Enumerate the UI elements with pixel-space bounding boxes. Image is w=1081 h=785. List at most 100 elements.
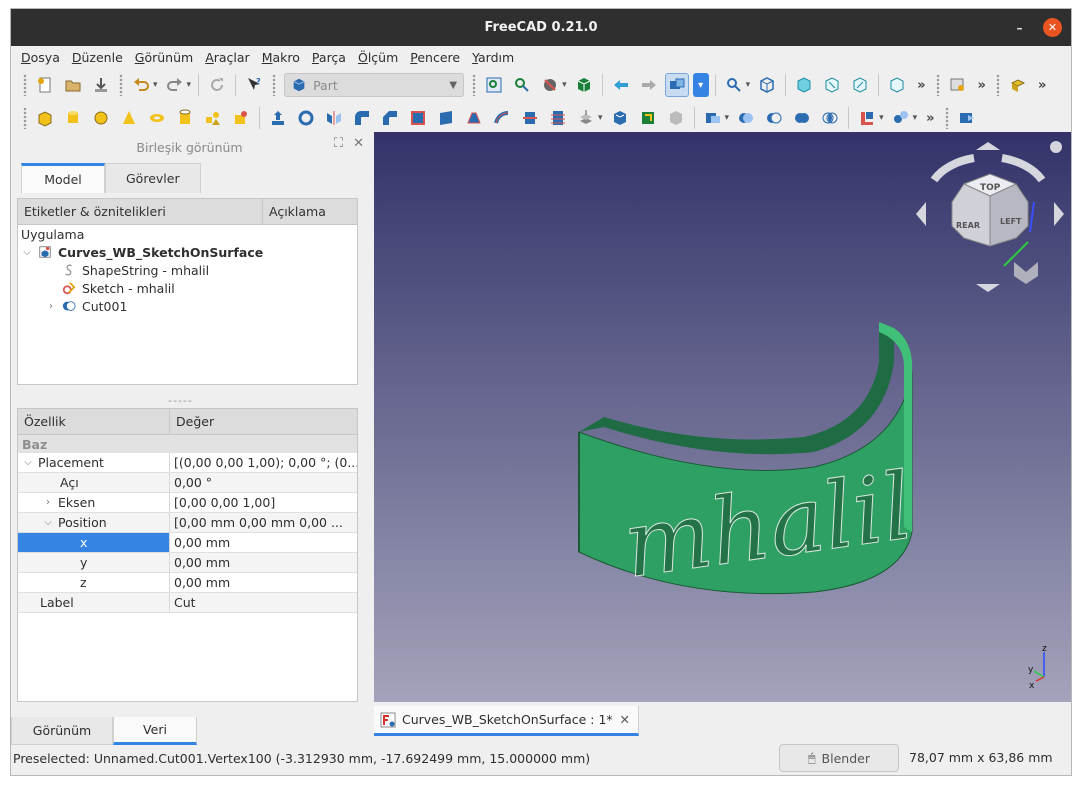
property-header-name[interactable]: Özellik [18, 409, 170, 434]
property-value[interactable]: Cut [170, 593, 357, 612]
navcube-menu-icon[interactable] [1050, 141, 1062, 153]
property-value[interactable]: [(0,00 0,00 1,00); 0,00 °; (0... [170, 453, 357, 472]
minimize-button[interactable]: – [1010, 18, 1029, 37]
zoom-dropdown-icon[interactable]: ▾ [746, 80, 751, 90]
toolbar-grip[interactable] [995, 74, 1000, 96]
isometric-view-icon[interactable] [755, 73, 779, 97]
rotate-left-arrow-icon[interactable] [916, 202, 926, 226]
expand-icon[interactable]: › [42, 497, 54, 508]
toolbar-grip[interactable] [23, 107, 27, 129]
close-window-button[interactable]: ✕ [1043, 18, 1062, 37]
tab-veri[interactable]: Veri [113, 717, 197, 745]
fit-all-icon[interactable] [482, 73, 506, 97]
measure-icon[interactable] [885, 73, 909, 97]
section-icon[interactable] [518, 106, 542, 130]
navigation-style-button[interactable]: 🖱 Blender [779, 744, 899, 772]
shape-builder-icon[interactable] [229, 106, 253, 130]
property-row-x[interactable]: x 0,00 mm [18, 533, 357, 553]
join-dropdown-icon[interactable]: ▾ [879, 113, 884, 123]
save-document-icon[interactable] [89, 73, 113, 97]
whats-this-icon[interactable]: ? [242, 73, 266, 97]
tube-icon[interactable] [173, 106, 197, 130]
extrude-icon[interactable] [266, 106, 290, 130]
right-view-icon[interactable] [848, 73, 872, 97]
toolbar-grip[interactable] [23, 74, 27, 96]
property-value[interactable]: 0,00 mm [170, 553, 357, 572]
rotate-down-arrow-icon[interactable] [976, 284, 1000, 292]
property-value[interactable]: 0,00 mm [170, 533, 357, 552]
toolbar-overflow-1[interactable]: » [917, 78, 925, 93]
revolve-icon[interactable] [294, 106, 318, 130]
collapse-icon[interactable]: ⌵ [42, 517, 54, 528]
tree-header-description[interactable]: Açıklama [263, 199, 326, 224]
offset-dropdown-icon[interactable]: ▾ [598, 113, 603, 123]
tab-gorunum[interactable]: Görünüm [11, 717, 113, 745]
3d-scene[interactable]: mhalil TOP REAR LEFT z y x [374, 132, 1072, 702]
loft-icon[interactable] [462, 106, 486, 130]
tree-document[interactable]: ⌵ Curves_WB_SketchOnSurface [18, 243, 357, 261]
property-row-aci[interactable]: Açı 0,00 ° [18, 473, 357, 493]
expand-icon[interactable]: › [45, 301, 57, 312]
menu-yardim[interactable]: Yardım [472, 50, 514, 65]
tab-model[interactable]: Model [21, 163, 105, 193]
menu-olcum[interactable]: Ölçüm [358, 50, 398, 65]
sphere-icon[interactable] [89, 106, 113, 130]
undo-icon[interactable] [129, 73, 153, 97]
boolean-icon[interactable] [734, 106, 758, 130]
menu-parca[interactable]: Parça [312, 50, 346, 65]
tree-header-labels[interactable]: Etiketler & öznitelikleri [18, 199, 263, 224]
menu-gorunum[interactable]: Görünüm [135, 50, 193, 65]
ruled-surface-icon[interactable] [434, 106, 458, 130]
toolbar-grip[interactable] [272, 74, 277, 96]
property-value[interactable]: [0,00 0,00 1,00] [170, 493, 357, 512]
front-view-icon[interactable] [792, 73, 816, 97]
close-document-icon[interactable]: ✕ [620, 712, 630, 727]
property-value[interactable]: 0,00 ° [170, 473, 357, 492]
property-group-baz[interactable]: Baz [18, 435, 357, 453]
menu-makro[interactable]: Makro [262, 50, 300, 65]
menu-araclar[interactable]: Araçlar [205, 50, 250, 65]
draw-style-icon[interactable] [538, 73, 562, 97]
cylinder-icon[interactable] [61, 106, 85, 130]
open-document-icon[interactable] [61, 73, 85, 97]
tree-item-shapestring[interactable]: ShapeString - mhalil [18, 261, 357, 279]
workbench-selector[interactable]: Part ▼ [284, 73, 465, 97]
new-document-icon[interactable] [33, 73, 57, 97]
compound-dropdown-icon[interactable]: ▾ [725, 113, 730, 123]
tree-item-cut001[interactable]: › Cut001 [18, 297, 357, 315]
menu-dosya[interactable]: Dosya [21, 50, 60, 65]
check-geometry-icon[interactable] [955, 106, 979, 130]
panel-splitter[interactable]: ----- [168, 394, 193, 407]
tab-gorevler[interactable]: Görevler [105, 163, 201, 193]
thickness-icon[interactable] [608, 106, 632, 130]
attach-icon[interactable] [1006, 73, 1030, 97]
sweep-icon[interactable] [490, 106, 514, 130]
fuse-icon[interactable] [790, 106, 814, 130]
toolbar-grip[interactable] [119, 74, 123, 96]
navigation-cube[interactable]: TOP REAR LEFT [916, 141, 1064, 292]
split-features-icon[interactable] [889, 106, 913, 130]
cut-icon[interactable] [762, 106, 786, 130]
mirror-icon[interactable] [322, 106, 346, 130]
sync-view-icon[interactable] [664, 73, 689, 97]
property-row-y[interactable]: y 0,00 mm [18, 553, 357, 573]
fillet-icon[interactable] [350, 106, 374, 130]
zoom-icon[interactable] [722, 73, 746, 97]
collapse-icon[interactable]: ⌵ [21, 247, 33, 258]
property-row-placement[interactable]: ⌵ Placement [(0,00 0,00 1,00); 0,00 °; (… [18, 453, 357, 473]
macro-icon[interactable] [946, 73, 970, 97]
primitives-icon[interactable] [201, 106, 225, 130]
rotate-up-arrow-icon[interactable] [976, 142, 1000, 150]
join-features-icon[interactable] [855, 106, 879, 130]
rotate-ccw-icon[interactable] [930, 154, 975, 183]
toolbar-grip[interactable] [935, 74, 940, 96]
property-header-value[interactable]: Değer [170, 409, 214, 434]
collapse-icon[interactable]: ⌵ [22, 457, 34, 468]
chamfer-icon[interactable] [378, 106, 402, 130]
toolbar-grip[interactable] [944, 107, 949, 129]
property-row-position[interactable]: ⌵ Position [0,00 mm 0,00 mm 0,00 ... [18, 513, 357, 533]
3d-view[interactable]: mhalil TOP REAR LEFT z y x [374, 132, 1072, 702]
tree-item-sketch[interactable]: Sketch - mhalil [18, 279, 357, 297]
cross-sections-icon[interactable] [546, 106, 570, 130]
close-panel-icon[interactable]: ✕ [353, 136, 364, 151]
